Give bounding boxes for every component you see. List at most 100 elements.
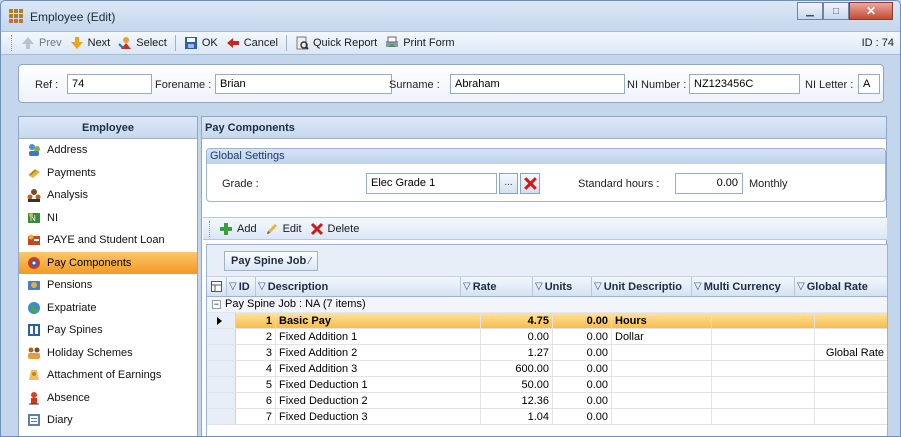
cell-unit-description[interactable]: Dollar (612, 329, 712, 344)
close-button[interactable]: ✕ (849, 2, 893, 20)
filter-icon[interactable]: ▽ (463, 281, 471, 292)
sidebar-item-absence[interactable]: Absence (19, 387, 197, 410)
collapse-icon[interactable]: − (212, 300, 221, 309)
sidebar-item-payments[interactable]: Payments (19, 162, 197, 185)
cell-units[interactable]: 0.00 (553, 377, 612, 392)
cell-description[interactable]: Basic Pay (276, 313, 481, 328)
sidebar-item-pay-components[interactable]: Pay Components (19, 251, 197, 274)
cell-multi-currency[interactable] (712, 393, 815, 408)
sidebar-item-attachment-of-earnings[interactable]: Attachment of Earnings (19, 364, 197, 387)
delete-button[interactable]: Delete (310, 222, 359, 236)
grade-field[interactable]: Elec Grade 1 (366, 173, 497, 194)
ni-number-field[interactable]: NZ123456C (689, 74, 800, 94)
sidebar-item-paye[interactable]: PAYE and Student Loan (19, 229, 197, 252)
cell-id[interactable]: 2 (236, 329, 276, 344)
cell-multi-currency[interactable] (712, 345, 815, 360)
filter-icon[interactable]: ▽ (594, 281, 602, 292)
table-row[interactable]: 7 Fixed Deduction 3 1.04 0.00 (207, 409, 887, 425)
cell-multi-currency[interactable] (712, 361, 815, 376)
cell-unit-description[interactable] (612, 393, 712, 408)
sidebar-item-holiday-schemes[interactable]: Holiday Schemes (19, 342, 197, 365)
cell-id[interactable]: 7 (236, 409, 276, 424)
print-form-button[interactable]: Print Form (385, 36, 455, 50)
sidebar-item-pensions[interactable]: Pensions (19, 274, 197, 297)
cell-description[interactable]: Fixed Deduction 2 (276, 393, 481, 408)
filter-icon[interactable]: ▽ (229, 281, 237, 292)
sidebar-item-pay-spines[interactable]: Pay Spines (19, 319, 197, 342)
sidebar-item-expatriate[interactable]: Expatriate (19, 297, 197, 320)
cell-unit-description[interactable] (612, 409, 712, 424)
cell-units[interactable]: 0.00 (553, 361, 612, 376)
cell-rate[interactable]: 12.36 (481, 393, 553, 408)
sidebar-item-address[interactable]: Address (19, 139, 197, 162)
sidebar-item-diary[interactable]: Diary (19, 409, 197, 432)
cell-units[interactable]: 0.00 (553, 345, 612, 360)
cell-id[interactable]: 6 (236, 393, 276, 408)
cell-id[interactable]: 5 (236, 377, 276, 392)
quick-report-button[interactable]: Quick Report (295, 36, 377, 50)
column-header-multi-currency[interactable]: ▽ Multi Currency (692, 277, 795, 296)
prev-button[interactable]: Prev (21, 36, 62, 50)
cell-rate[interactable]: 1.04 (481, 409, 553, 424)
maximize-button[interactable]: □ (823, 2, 849, 20)
table-row[interactable]: 2 Fixed Addition 1 0.00 0.00 Dollar (207, 329, 887, 345)
surname-field[interactable]: Abraham (450, 74, 625, 94)
ref-field[interactable]: 74 (67, 74, 152, 94)
column-header-units[interactable]: ▽ Units (533, 277, 592, 296)
cell-global-rate[interactable] (815, 313, 887, 328)
cell-global-rate[interactable] (815, 377, 887, 392)
column-header-id[interactable]: ▽ ID (227, 277, 256, 296)
sidebar-item-analysis[interactable]: Analysis (19, 184, 197, 207)
group-row[interactable]: − Pay Spine Job : NA (7 items) (207, 297, 887, 313)
cell-global-rate[interactable] (815, 409, 887, 424)
cell-description[interactable]: Fixed Deduction 3 (276, 409, 481, 424)
cell-description[interactable]: Fixed Addition 1 (276, 329, 481, 344)
filter-icon[interactable]: ▽ (535, 281, 543, 292)
table-row[interactable]: 5 Fixed Deduction 1 50.00 0.00 (207, 377, 887, 393)
cell-unit-description[interactable] (612, 377, 712, 392)
cell-global-rate[interactable]: Global Rate (815, 345, 887, 360)
ni-letter-field[interactable]: A (858, 74, 880, 94)
cell-id[interactable]: 3 (236, 345, 276, 360)
cancel-button[interactable]: Cancel (226, 36, 278, 50)
ok-button[interactable]: OK (184, 36, 218, 50)
select-button[interactable]: Select (118, 36, 167, 50)
filter-icon[interactable]: ▽ (797, 281, 805, 292)
sidebar-item-ni[interactable]: N NI (19, 207, 197, 230)
group-by-button[interactable]: Pay Spine Job ⁄ (224, 251, 318, 271)
next-button[interactable]: Next (70, 36, 110, 50)
cell-units[interactable]: 0.00 (553, 393, 612, 408)
grade-browse-button[interactable]: ... (499, 173, 518, 194)
cell-unit-description[interactable] (612, 361, 712, 376)
table-row[interactable]: 4 Fixed Addition 3 600.00 0.00 (207, 361, 887, 377)
cell-global-rate[interactable] (815, 393, 887, 408)
cell-multi-currency[interactable] (712, 409, 815, 424)
cell-units[interactable]: 0.00 (553, 409, 612, 424)
cell-unit-description[interactable] (612, 345, 712, 360)
cell-multi-currency[interactable] (712, 329, 815, 344)
column-header-description[interactable]: ▽ Description (256, 277, 461, 296)
column-header-rate[interactable]: ▽ Rate (461, 277, 533, 296)
cell-multi-currency[interactable] (712, 377, 815, 392)
cell-rate[interactable]: 600.00 (481, 361, 553, 376)
cell-rate[interactable]: 0.00 (481, 329, 553, 344)
cell-units[interactable]: 0.00 (553, 329, 612, 344)
add-button[interactable]: Add (219, 222, 257, 236)
filter-icon[interactable]: ▽ (258, 281, 266, 292)
cell-description[interactable]: Fixed Addition 3 (276, 361, 481, 376)
column-header-global-rate[interactable]: ▽ Global Rate (795, 277, 887, 296)
forename-field[interactable]: Brian (215, 74, 392, 94)
cell-rate[interactable]: 4.75 (481, 313, 553, 328)
table-row[interactable]: 3 Fixed Addition 2 1.27 0.00 Global Rate (207, 345, 887, 361)
cell-id[interactable]: 4 (236, 361, 276, 376)
minimize-button[interactable]: ▁ (797, 2, 823, 20)
table-row[interactable]: 1 Basic Pay 4.75 0.00 Hours (207, 313, 887, 329)
filter-icon[interactable]: ▽ (694, 281, 702, 292)
cell-multi-currency[interactable] (712, 313, 815, 328)
standard-hours-field[interactable]: 0.00 (675, 173, 743, 194)
edit-button[interactable]: Edit (265, 222, 302, 236)
column-chooser-icon[interactable] (207, 277, 227, 296)
cell-description[interactable]: Fixed Addition 2 (276, 345, 481, 360)
column-header-unit-description[interactable]: ▽ Unit Descriptio (592, 277, 692, 296)
cell-rate[interactable]: 50.00 (481, 377, 553, 392)
